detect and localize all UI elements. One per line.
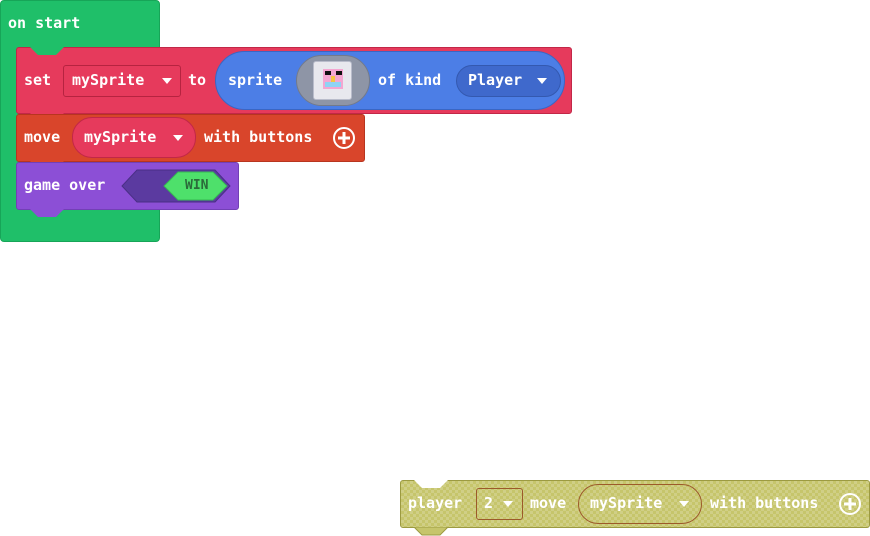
game-over-block-tab: [30, 209, 64, 217]
set-block-notch: [30, 47, 64, 55]
chevron-down-icon: [679, 501, 689, 507]
sprite-label: sprite: [228, 71, 283, 89]
chevron-down-icon: [503, 501, 513, 507]
detached-move-label: move: [530, 494, 567, 512]
plus-circle-icon[interactable]: [838, 492, 862, 516]
detached-block-tab: [414, 527, 448, 536]
kind-value: Player: [468, 71, 523, 89]
detached-variable-name: mySprite: [590, 494, 663, 512]
win-toggle-value[interactable]: WIN: [185, 176, 208, 196]
detached-with-buttons-label: with buttons: [710, 494, 819, 512]
with-buttons-label: with buttons: [204, 128, 313, 146]
set-label: set: [24, 71, 52, 89]
pixel-sprite-icon: [323, 69, 343, 89]
player-number-value: 2: [484, 494, 494, 512]
on-start-label: on start: [8, 14, 81, 32]
chevron-down-icon: [537, 78, 547, 84]
game-over-label: game over: [24, 176, 106, 194]
sprite-thumbnail[interactable]: [313, 61, 352, 100]
set-variable-dropdown[interactable]: mySprite: [63, 65, 181, 97]
move-variable-name: mySprite: [84, 128, 157, 146]
win-boolean-slot[interactable]: [121, 169, 231, 203]
move-label: move: [24, 128, 61, 146]
of-kind-label: of kind: [378, 71, 442, 89]
to-label: to: [188, 71, 207, 89]
plus-circle-icon[interactable]: [332, 126, 356, 150]
chevron-down-icon: [173, 135, 183, 141]
detached-block-notch: [414, 480, 448, 488]
player-label: player: [408, 494, 463, 512]
chevron-down-icon: [162, 78, 172, 84]
set-variable-name: mySprite: [72, 71, 145, 89]
